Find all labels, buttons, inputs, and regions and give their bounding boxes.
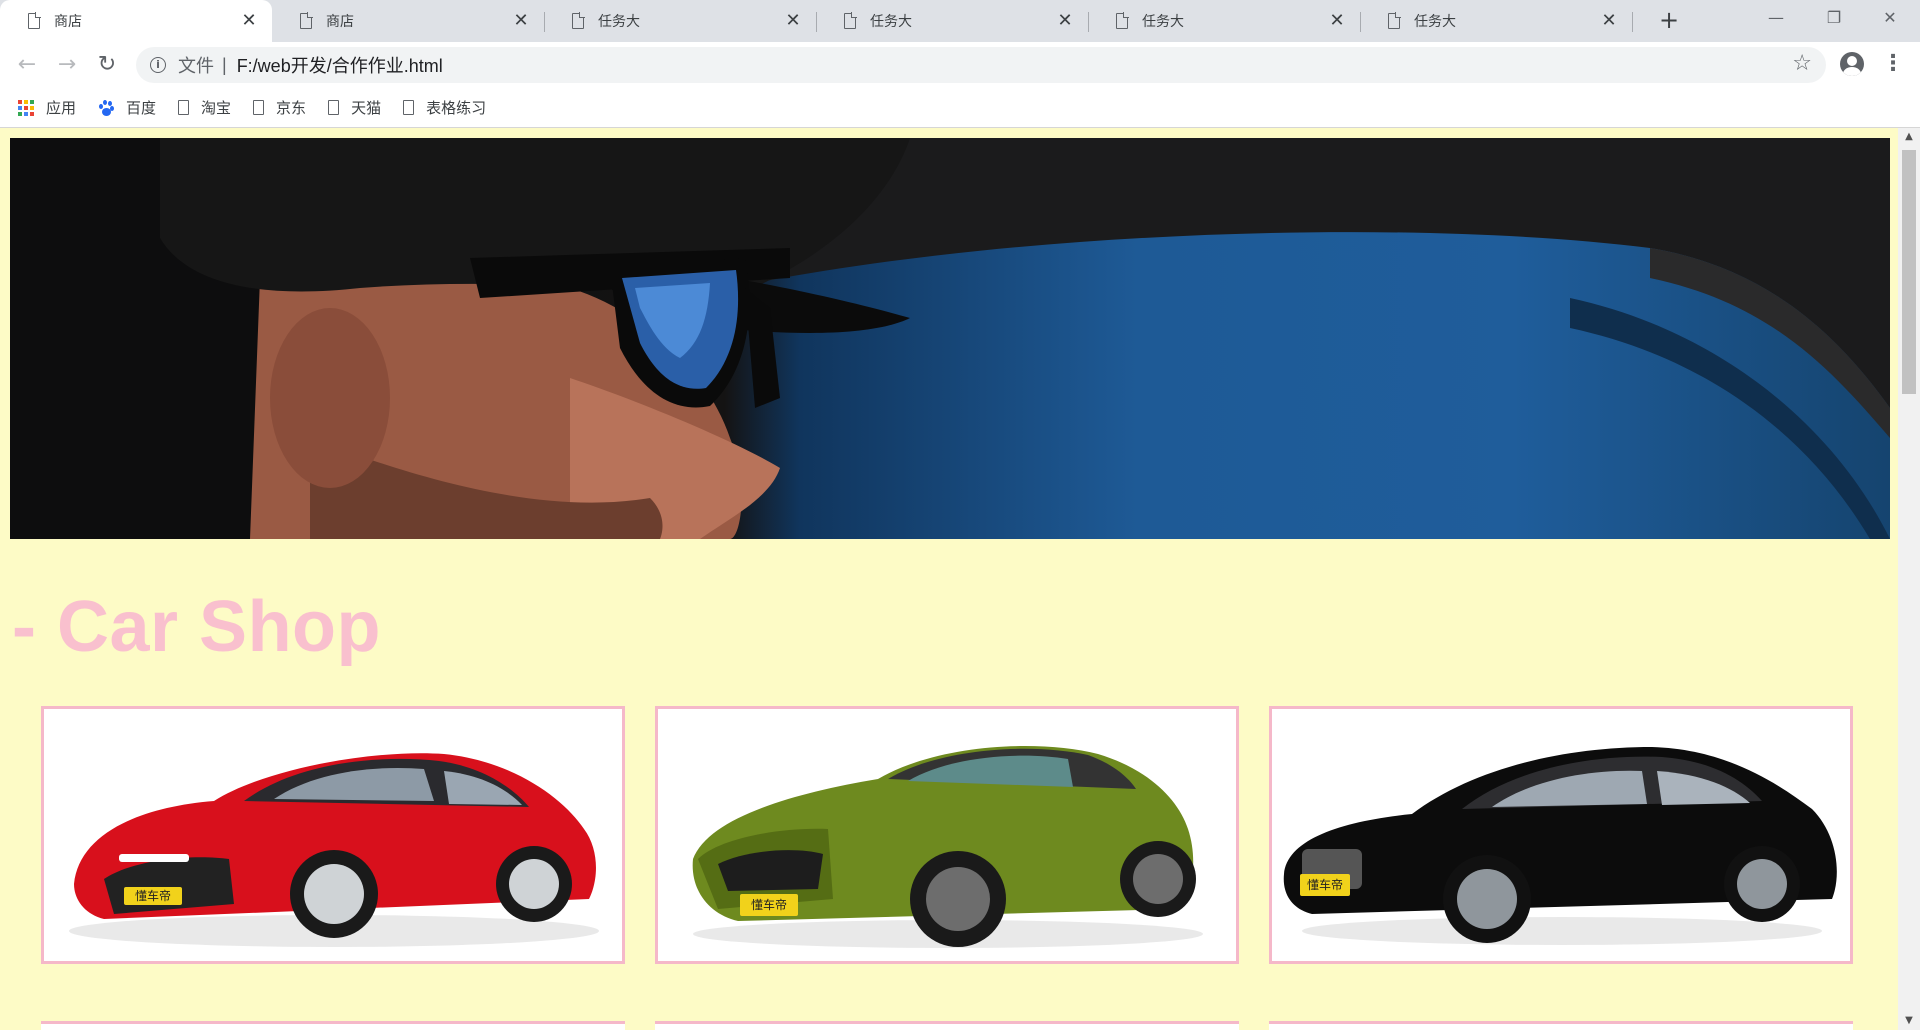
scheme-label: 文件 bbox=[178, 56, 214, 76]
tab-title: 任务大 bbox=[1414, 13, 1456, 29]
restore-button[interactable]: ❐ bbox=[1806, 0, 1862, 38]
bookmark-jd[interactable]: 京东 bbox=[253, 97, 306, 118]
document-icon bbox=[403, 100, 415, 115]
car-card-3[interactable]: 懂车帝 bbox=[1269, 706, 1853, 964]
back-button[interactable]: ← bbox=[11, 49, 43, 81]
document-icon bbox=[1116, 12, 1129, 29]
document-icon bbox=[1388, 12, 1401, 29]
close-icon[interactable]: ✕ bbox=[784, 12, 802, 30]
tab-title: 商店 bbox=[326, 13, 354, 29]
url-text[interactable]: F:/web开发/合作作业.html bbox=[237, 52, 443, 78]
browser-toolbar: ← → ↻ i 文件 | F:/web开发/合作作业.html ☆ ⋮ bbox=[0, 42, 1920, 88]
baidu-paw-icon bbox=[98, 99, 115, 116]
car-card-6[interactable] bbox=[1269, 1021, 1853, 1030]
car-card-4[interactable] bbox=[41, 1021, 625, 1030]
bookmark-baidu[interactable]: 百度 bbox=[98, 97, 156, 118]
scrollbar-thumb[interactable] bbox=[1902, 150, 1916, 394]
tab-shop-2[interactable]: 商店 ✕ bbox=[272, 0, 545, 42]
tab-task-1[interactable]: 任务大 ✕ bbox=[544, 0, 817, 42]
bookmark-label: 天猫 bbox=[351, 100, 382, 117]
document-icon bbox=[328, 100, 340, 115]
bookmark-table-practice[interactable]: 表格练习 bbox=[403, 97, 486, 118]
bookmark-tmall[interactable]: 天猫 bbox=[328, 97, 381, 118]
vertical-scrollbar[interactable]: ▲ ▼ bbox=[1898, 128, 1920, 1030]
tab-task-4[interactable]: 任务大 ✕ bbox=[1360, 0, 1633, 42]
tab-title: 任务大 bbox=[1142, 13, 1184, 29]
page-viewport: - Car Shop 懂车帝 懂车帝 懂车帝 bbox=[0, 128, 1898, 1030]
document-icon bbox=[572, 12, 585, 29]
tab-task-3[interactable]: 任务大 ✕ bbox=[1088, 0, 1361, 42]
close-icon[interactable]: ✕ bbox=[1328, 12, 1346, 30]
forward-button[interactable]: → bbox=[51, 49, 83, 81]
document-icon bbox=[28, 12, 41, 29]
document-icon bbox=[300, 12, 313, 29]
account-icon[interactable] bbox=[1840, 52, 1864, 76]
apps-grid-icon bbox=[18, 99, 34, 116]
car-card-1[interactable]: 懂车帝 bbox=[41, 706, 625, 964]
bookmark-label: 百度 bbox=[126, 100, 157, 117]
document-icon bbox=[253, 100, 265, 115]
page-title: - Car Shop bbox=[12, 587, 382, 667]
address-bar[interactable]: i 文件 | F:/web开发/合作作业.html ☆ bbox=[136, 47, 1826, 83]
bookmark-label: 京东 bbox=[276, 100, 307, 117]
bookmarks-bar: 应用 百度 淘宝 京东 天猫 表格练习 bbox=[0, 88, 1920, 128]
scroll-up-icon[interactable]: ▲ bbox=[1898, 128, 1920, 146]
tab-title: 商店 bbox=[54, 13, 82, 29]
close-icon[interactable]: ✕ bbox=[1056, 12, 1074, 30]
minimize-button[interactable]: — bbox=[1748, 0, 1804, 38]
close-icon[interactable]: ✕ bbox=[512, 12, 530, 30]
menu-icon[interactable]: ⋮ bbox=[1882, 50, 1904, 78]
reload-button[interactable]: ↻ bbox=[91, 49, 123, 81]
tab-separator bbox=[1632, 12, 1633, 32]
tab-title: 任务大 bbox=[870, 13, 912, 29]
bookmark-taobao[interactable]: 淘宝 bbox=[178, 97, 231, 118]
red-sedan-image bbox=[69, 753, 599, 947]
info-icon[interactable]: i bbox=[150, 57, 166, 73]
tab-strip: 商店 ✕ 商店 ✕ 任务大 ✕ 任务大 ✕ 任务大 ✕ 任务大 ✕ + — ❐ … bbox=[0, 0, 1920, 42]
green-coupe-image bbox=[692, 746, 1203, 948]
scroll-down-icon[interactable]: ▼ bbox=[1898, 1012, 1920, 1030]
document-icon bbox=[844, 12, 857, 29]
close-icon[interactable]: ✕ bbox=[240, 12, 258, 30]
window-close-button[interactable]: ✕ bbox=[1862, 0, 1918, 38]
bookmark-star-icon[interactable]: ☆ bbox=[1792, 51, 1812, 76]
close-icon[interactable]: ✕ bbox=[1600, 12, 1618, 30]
black-sedan-image bbox=[1283, 747, 1837, 945]
bookmark-label: 淘宝 bbox=[201, 100, 232, 117]
car-card-5[interactable] bbox=[655, 1021, 1239, 1030]
tab-title: 任务大 bbox=[598, 13, 640, 29]
car-card-2[interactable]: 懂车帝 bbox=[655, 706, 1239, 964]
hero-banner-image bbox=[10, 138, 1890, 539]
bookmark-label: 应用 bbox=[46, 100, 77, 117]
tab-task-2[interactable]: 任务大 ✕ bbox=[816, 0, 1089, 42]
scheme-separator: | bbox=[222, 54, 227, 75]
tab-shop-1[interactable]: 商店 ✕ bbox=[0, 0, 272, 42]
bookmark-apps[interactable]: 应用 bbox=[18, 97, 76, 118]
document-icon bbox=[178, 100, 190, 115]
new-tab-button[interactable]: + bbox=[1655, 6, 1683, 34]
bookmark-label: 表格练习 bbox=[426, 100, 487, 117]
